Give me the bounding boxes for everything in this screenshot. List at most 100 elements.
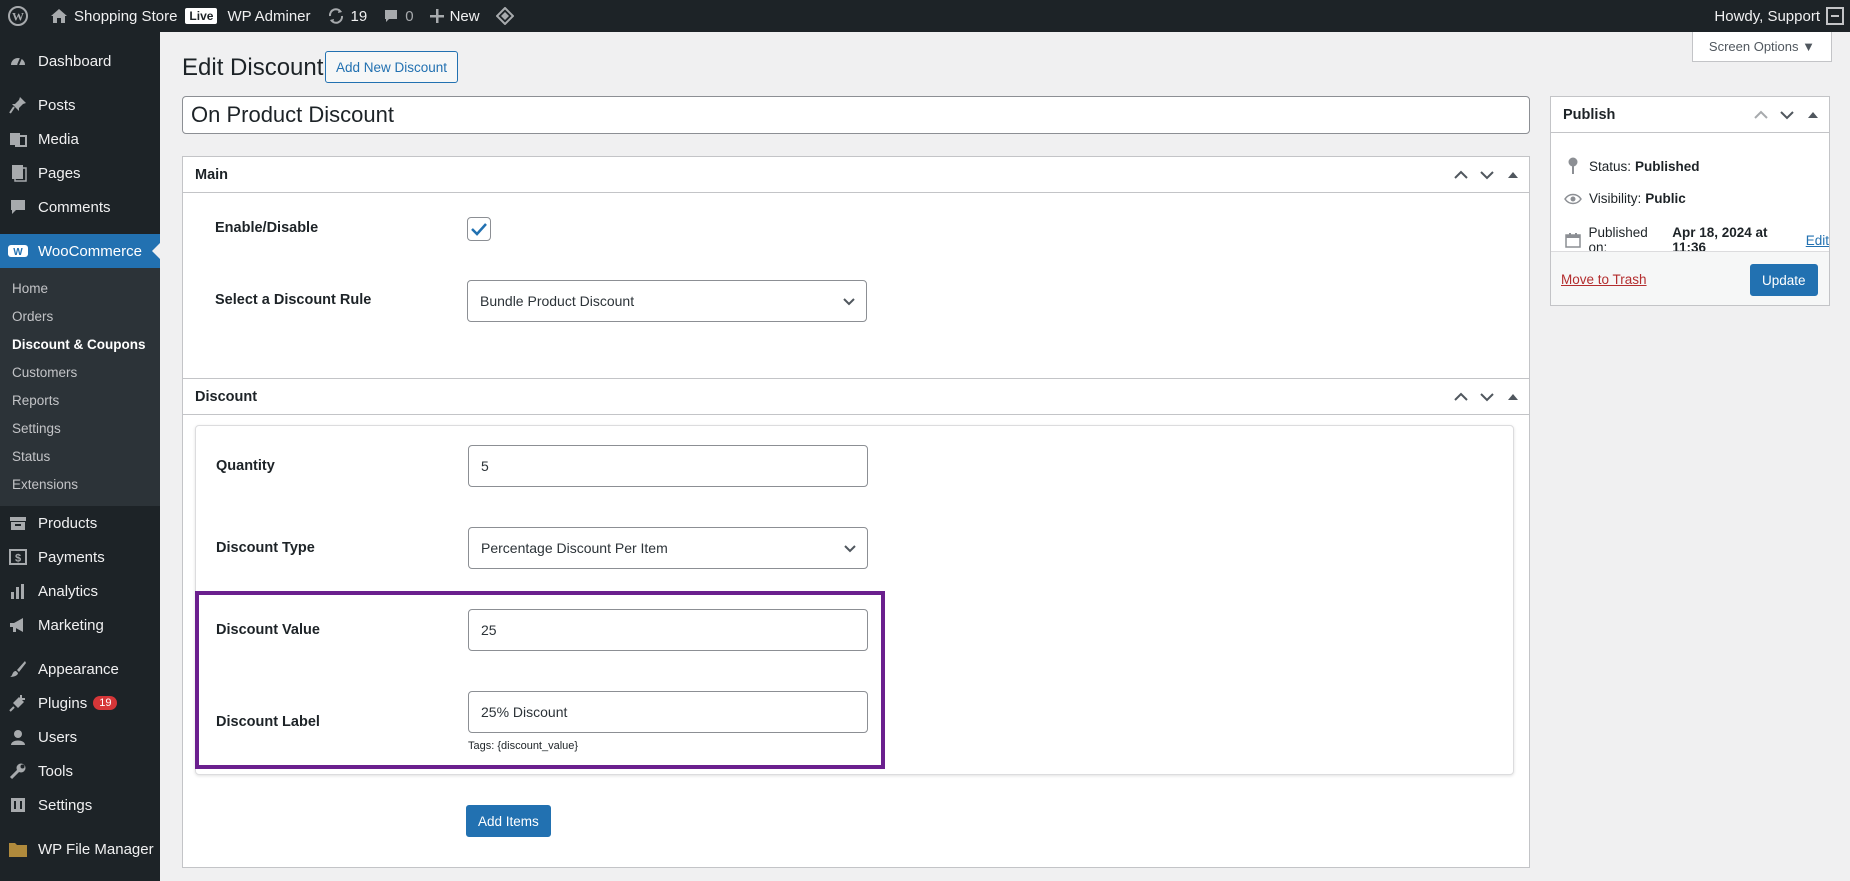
menu-media[interactable]: Media bbox=[0, 122, 160, 156]
admin-name: WP Adminer bbox=[227, 7, 311, 25]
menu-comments[interactable]: Comments bbox=[0, 190, 160, 224]
menu-posts[interactable]: Posts bbox=[0, 88, 160, 122]
move-to-trash-link[interactable]: Move to Trash bbox=[1561, 272, 1647, 287]
add-new-discount-button[interactable]: Add New Discount bbox=[325, 51, 459, 83]
diamond-icon bbox=[495, 7, 514, 25]
menu-marketing[interactable]: Marketing bbox=[0, 608, 160, 642]
menu-settings[interactable]: Settings bbox=[0, 788, 160, 822]
menu-pages[interactable]: Pages bbox=[0, 156, 160, 190]
folder-icon bbox=[8, 839, 28, 859]
main-postbox-title: Main bbox=[195, 166, 229, 183]
submenu-status[interactable]: Status bbox=[0, 442, 160, 470]
diamond-plugin-link[interactable] bbox=[488, 0, 528, 32]
woocommerce-submenu: Home Orders Discount & Coupons Customers… bbox=[0, 268, 160, 506]
menu-posts-label: Posts bbox=[38, 96, 76, 114]
menu-wp-file-manager[interactable]: WP File Manager bbox=[0, 832, 160, 866]
comments-icon bbox=[8, 197, 28, 217]
menu-dashboard-label: Dashboard bbox=[38, 52, 112, 70]
main-postbox-handles bbox=[1451, 165, 1529, 185]
bar-chart-icon bbox=[8, 581, 28, 601]
chevron-down-icon[interactable] bbox=[1777, 105, 1797, 125]
menu-products-label: Products bbox=[38, 514, 98, 532]
toggle-triangle-icon[interactable] bbox=[1803, 105, 1823, 125]
submenu-discount-coupons[interactable]: Discount & Coupons bbox=[0, 330, 160, 358]
publish-visibility-row: Visibility: Public bbox=[1563, 191, 1686, 206]
main-postbox-header: Main bbox=[183, 157, 1529, 193]
admin-bar: W Shopping Store Live WP Adminer 19 0 Ne… bbox=[0, 0, 1850, 32]
menu-payments[interactable]: $ Payments bbox=[0, 540, 160, 574]
quantity-input[interactable] bbox=[468, 445, 868, 487]
megaphone-icon bbox=[8, 615, 28, 635]
discount-type-select[interactable]: Percentage Discount Per Item bbox=[468, 527, 868, 569]
menu-analytics[interactable]: Analytics bbox=[0, 574, 160, 608]
submenu-customers[interactable]: Customers bbox=[0, 358, 160, 386]
submenu-orders[interactable]: Orders bbox=[0, 302, 160, 330]
discount-postbox-title: Discount bbox=[195, 388, 258, 405]
products-archive-icon bbox=[8, 513, 28, 533]
quantity-label: Quantity bbox=[216, 458, 275, 474]
howdy-account-link[interactable]: Howdy, Support bbox=[1706, 0, 1820, 32]
home-icon bbox=[50, 8, 68, 24]
update-button[interactable]: Update bbox=[1750, 264, 1818, 296]
menu-marketing-label: Marketing bbox=[38, 616, 104, 634]
menu-users[interactable]: Users bbox=[0, 720, 160, 754]
site-name-link[interactable]: Shopping Store bbox=[42, 0, 185, 32]
toggle-triangle-icon[interactable] bbox=[1503, 165, 1523, 185]
pushpin-icon bbox=[8, 95, 28, 115]
submenu-settings[interactable]: Settings bbox=[0, 414, 160, 442]
media-icon bbox=[8, 129, 28, 149]
menu-appearance[interactable]: Appearance bbox=[0, 652, 160, 686]
enable-checkbox[interactable] bbox=[467, 217, 491, 241]
enable-disable-label: Enable/Disable bbox=[215, 220, 319, 236]
svg-text:W: W bbox=[12, 10, 24, 24]
visibility-label: Visibility: bbox=[1589, 191, 1642, 206]
chevron-up-icon[interactable] bbox=[1751, 105, 1771, 125]
screen-options-button[interactable]: Screen Options ▼ bbox=[1691, 32, 1832, 62]
updates-link[interactable]: 19 bbox=[319, 0, 376, 32]
edit-date-link[interactable]: Edit bbox=[1806, 233, 1829, 248]
wordpress-logo-button[interactable]: W bbox=[0, 0, 42, 32]
main-postbox: Main Enable/Disable Select a Discount Ru… bbox=[182, 156, 1530, 390]
page-title: Edit Discount bbox=[182, 54, 324, 81]
submenu-extensions[interactable]: Extensions bbox=[0, 470, 160, 498]
discount-type-label: Discount Type bbox=[216, 540, 315, 556]
menu-plugins-label: Plugins bbox=[38, 694, 88, 712]
menu-dashboard[interactable]: Dashboard bbox=[0, 44, 160, 78]
publish-postbox-handles bbox=[1751, 105, 1829, 125]
menu-media-label: Media bbox=[38, 130, 79, 148]
menu-tools[interactable]: Tools bbox=[0, 754, 160, 788]
pages-icon bbox=[8, 163, 28, 183]
submenu-home[interactable]: Home bbox=[0, 274, 160, 302]
publish-postbox-header: Publish bbox=[1551, 97, 1829, 133]
woocommerce-icon: W bbox=[8, 241, 28, 261]
discount-postbox-handles bbox=[1451, 387, 1529, 407]
chevron-up-icon[interactable] bbox=[1451, 387, 1471, 407]
submenu-reports[interactable]: Reports bbox=[0, 386, 160, 414]
menu-woocommerce[interactable]: W WooCommerce bbox=[0, 234, 160, 268]
updates-icon bbox=[327, 7, 345, 25]
pin-icon bbox=[1563, 157, 1583, 175]
admin-name-link[interactable]: WP Adminer bbox=[227, 0, 318, 32]
howdy-text: Howdy, Support bbox=[1714, 7, 1820, 25]
menu-payments-label: Payments bbox=[38, 548, 105, 566]
publish-postbox: Publish Status: Published Visibility: Pu… bbox=[1550, 96, 1830, 306]
new-content-link[interactable]: New bbox=[422, 0, 488, 32]
add-items-button[interactable]: Add Items bbox=[466, 805, 551, 837]
chevron-down-icon[interactable] bbox=[1477, 165, 1497, 185]
avatar[interactable] bbox=[1826, 7, 1844, 25]
wordpress-icon: W bbox=[8, 6, 28, 26]
comments-link[interactable]: 0 bbox=[375, 0, 421, 32]
menu-plugins[interactable]: Plugins 19 bbox=[0, 686, 160, 720]
menu-settings-label: Settings bbox=[38, 796, 93, 814]
menu-products[interactable]: Products bbox=[0, 506, 160, 540]
publish-status-row: Status: Published bbox=[1563, 157, 1700, 175]
menu-pages-label: Pages bbox=[38, 164, 81, 182]
chevron-down-icon[interactable] bbox=[1477, 387, 1497, 407]
discount-rule-label: Select a Discount Rule bbox=[215, 292, 372, 308]
discount-rule-select[interactable]: Bundle Product Discount bbox=[467, 280, 867, 322]
chevron-up-icon[interactable] bbox=[1451, 165, 1471, 185]
eye-icon bbox=[1563, 193, 1583, 205]
toggle-triangle-icon[interactable] bbox=[1503, 387, 1523, 407]
svg-text:W: W bbox=[13, 247, 23, 258]
discount-title-input[interactable] bbox=[182, 96, 1530, 134]
